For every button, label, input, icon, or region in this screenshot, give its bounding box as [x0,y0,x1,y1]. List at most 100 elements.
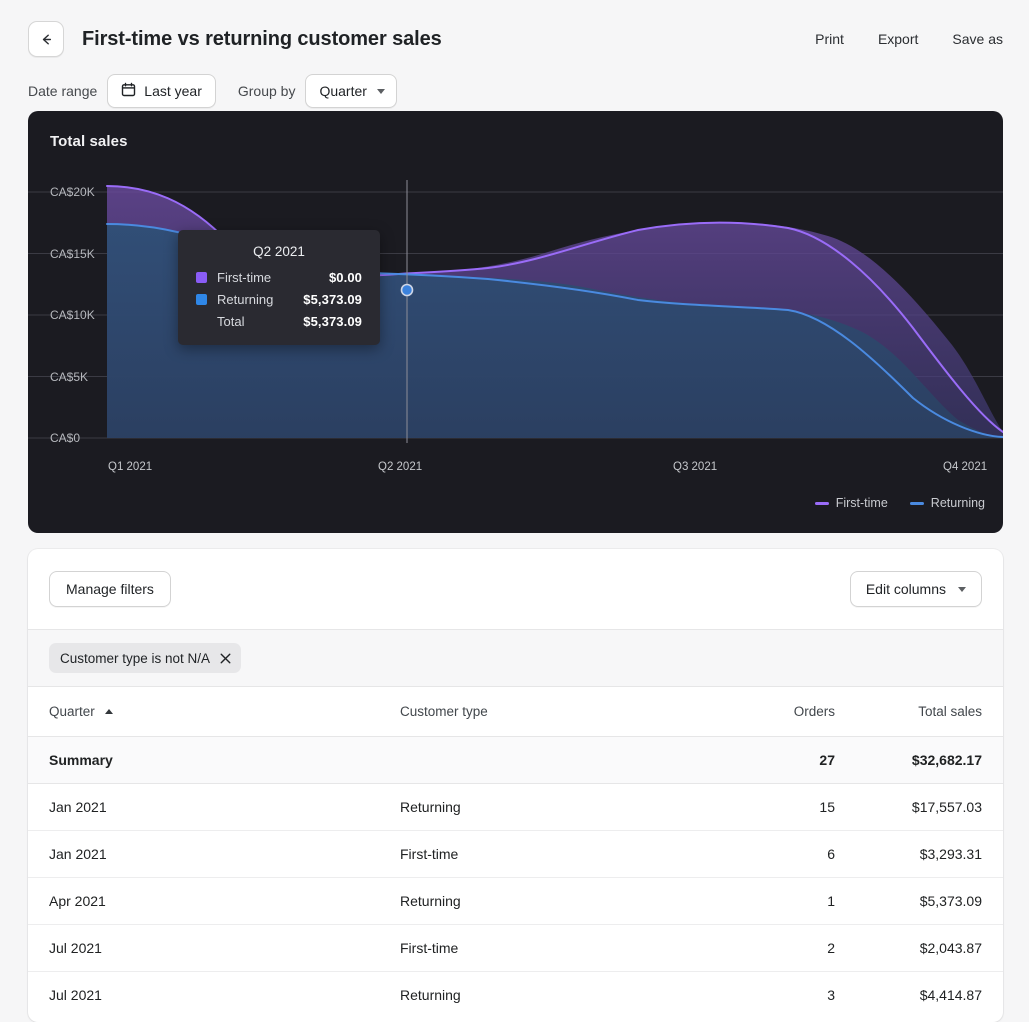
edit-columns-button[interactable]: Edit columns [850,571,982,607]
tooltip-total-value: $5,373.09 [303,314,362,329]
column-header-total-sales[interactable]: Total sales [835,687,1003,736]
chart-tooltip: Q2 2021 First-time $0.00 Returning $5,37… [178,230,380,345]
applied-filters-row: Customer type is not N/A [28,629,1003,687]
tooltip-series-name: First-time [217,270,271,285]
date-range-label: Date range [28,83,97,99]
cell-quarter: Jan 2021 [28,830,400,877]
tooltip-series-name: Returning [217,292,273,307]
column-header-quarter[interactable]: Quarter [28,687,400,736]
cell-quarter: Jul 2021 [28,971,400,1018]
tooltip-row-first-time: First-time $0.00 [196,270,362,285]
close-icon[interactable] [219,652,232,665]
tooltip-swatch-icon [196,272,207,283]
group-by-select[interactable]: Quarter [305,74,396,108]
table-row[interactable]: Jul 2021 First-time 2 $2,043.87 [28,924,1003,971]
tooltip-swatch-icon [196,294,207,305]
table-row[interactable]: Jan 2021 Returning 15 $17,557.03 [28,783,1003,830]
applied-filter-chip[interactable]: Customer type is not N/A [49,643,241,673]
export-button[interactable]: Export [876,29,920,49]
y-tick-label: CA$5K [50,370,88,384]
edit-columns-label: Edit columns [866,581,946,597]
cell-total-sales: $5,373.09 [835,877,1003,924]
summary-label: Summary [28,736,400,783]
cell-customer-type: Returning [400,877,670,924]
cell-total-sales: $3,293.31 [835,830,1003,877]
total-sales-chart-card: Total sales [28,111,1003,533]
table-head: Quarter Customer type Orders Total sales [28,687,1003,736]
cell-orders: 3 [670,971,835,1018]
table-row[interactable]: Jan 2021 First-time 6 $3,293.31 [28,830,1003,877]
cell-orders: 2 [670,924,835,971]
cell-total-sales: $2,043.87 [835,924,1003,971]
chart-y-axis: CA$20K CA$15K CA$10K CA$5K CA$0 [28,180,1003,443]
chevron-down-icon [958,587,966,592]
tooltip-series-value: $0.00 [329,270,362,285]
save-as-button[interactable]: Save as [950,29,1005,49]
cell-orders: 6 [670,830,835,877]
chart-title: Total sales [50,133,128,150]
table-summary-row: Summary 27 $32,682.17 [28,736,1003,783]
tooltip-row-total: Total $5,373.09 [196,314,362,329]
cell-orders: 15 [670,783,835,830]
summary-total-sales: $32,682.17 [835,736,1003,783]
summary-customer-type [400,736,670,783]
legend-item-returning[interactable]: Returning [910,496,985,510]
legend-label: First-time [836,496,888,510]
chart-legend: First-time Returning [815,496,985,510]
table-header-row: Quarter Customer type Orders Total sales [28,687,1003,736]
table-row[interactable]: Apr 2021 Returning 1 $5,373.09 [28,877,1003,924]
arrow-left-icon [38,31,55,48]
column-header-orders[interactable]: Orders [670,687,835,736]
tooltip-row-returning: Returning $5,373.09 [196,292,362,307]
summary-orders: 27 [670,736,835,783]
cell-quarter: Jul 2021 [28,924,400,971]
column-header-label: Quarter [49,704,95,719]
cell-total-sales: $4,414.87 [835,971,1003,1018]
print-button[interactable]: Print [813,29,846,49]
header-actions: Print Export Save as [813,29,1005,49]
y-tick-label: CA$20K [50,185,95,199]
cell-quarter: Apr 2021 [28,877,400,924]
cell-orders: 1 [670,877,835,924]
cell-customer-type: First-time [400,830,670,877]
y-tick-label: CA$0 [50,431,80,445]
report-page: First-time vs returning customer sales P… [0,0,1029,1022]
x-tick-label: Q4 2021 [943,461,987,473]
group-by-value: Quarter [319,83,366,99]
table-body: Summary 27 $32,682.17 Jan 2021 Returning… [28,736,1003,1018]
table-row[interactable]: Jul 2021 Returning 3 $4,414.87 [28,971,1003,1018]
back-button[interactable] [28,21,64,57]
page-title: First-time vs returning customer sales [82,28,442,51]
legend-label: Returning [931,496,985,510]
tooltip-title: Q2 2021 [196,244,362,259]
tooltip-swatch-placeholder [196,316,207,327]
tooltip-total-label: Total [217,314,244,329]
legend-item-first-time[interactable]: First-time [815,496,888,510]
column-header-customer-type[interactable]: Customer type [400,687,670,736]
x-tick-label: Q1 2021 [108,461,152,473]
y-tick-label: CA$10K [50,308,95,322]
date-range-picker[interactable]: Last year [107,74,216,108]
legend-swatch-icon [815,502,829,505]
cell-quarter: Jan 2021 [28,783,400,830]
report-table: Quarter Customer type Orders Total sales… [28,687,1003,1018]
cell-customer-type: Returning [400,971,670,1018]
cell-customer-type: First-time [400,924,670,971]
caret-up-icon [105,709,113,714]
manage-filters-button[interactable]: Manage filters [49,571,171,607]
x-tick-label: Q3 2021 [673,461,717,473]
report-filter-bar: Date range Last year Group by Quarter [0,62,1029,112]
y-tick-label: CA$15K [50,247,95,261]
date-range-value: Last year [144,83,202,99]
chevron-down-icon [377,89,385,94]
tooltip-series-value: $5,373.09 [303,292,362,307]
page-header: First-time vs returning customer sales P… [0,0,1029,62]
calendar-icon [121,82,136,100]
chart-x-axis: Q1 2021 Q2 2021 Q3 2021 Q4 2021 [28,461,1003,481]
cell-total-sales: $17,557.03 [835,783,1003,830]
applied-filter-label: Customer type is not N/A [60,651,210,666]
report-table-card: Manage filters Edit columns Customer typ… [28,549,1003,1022]
legend-swatch-icon [910,502,924,505]
group-by-label: Group by [238,83,296,99]
table-toolbar: Manage filters Edit columns [28,549,1003,629]
